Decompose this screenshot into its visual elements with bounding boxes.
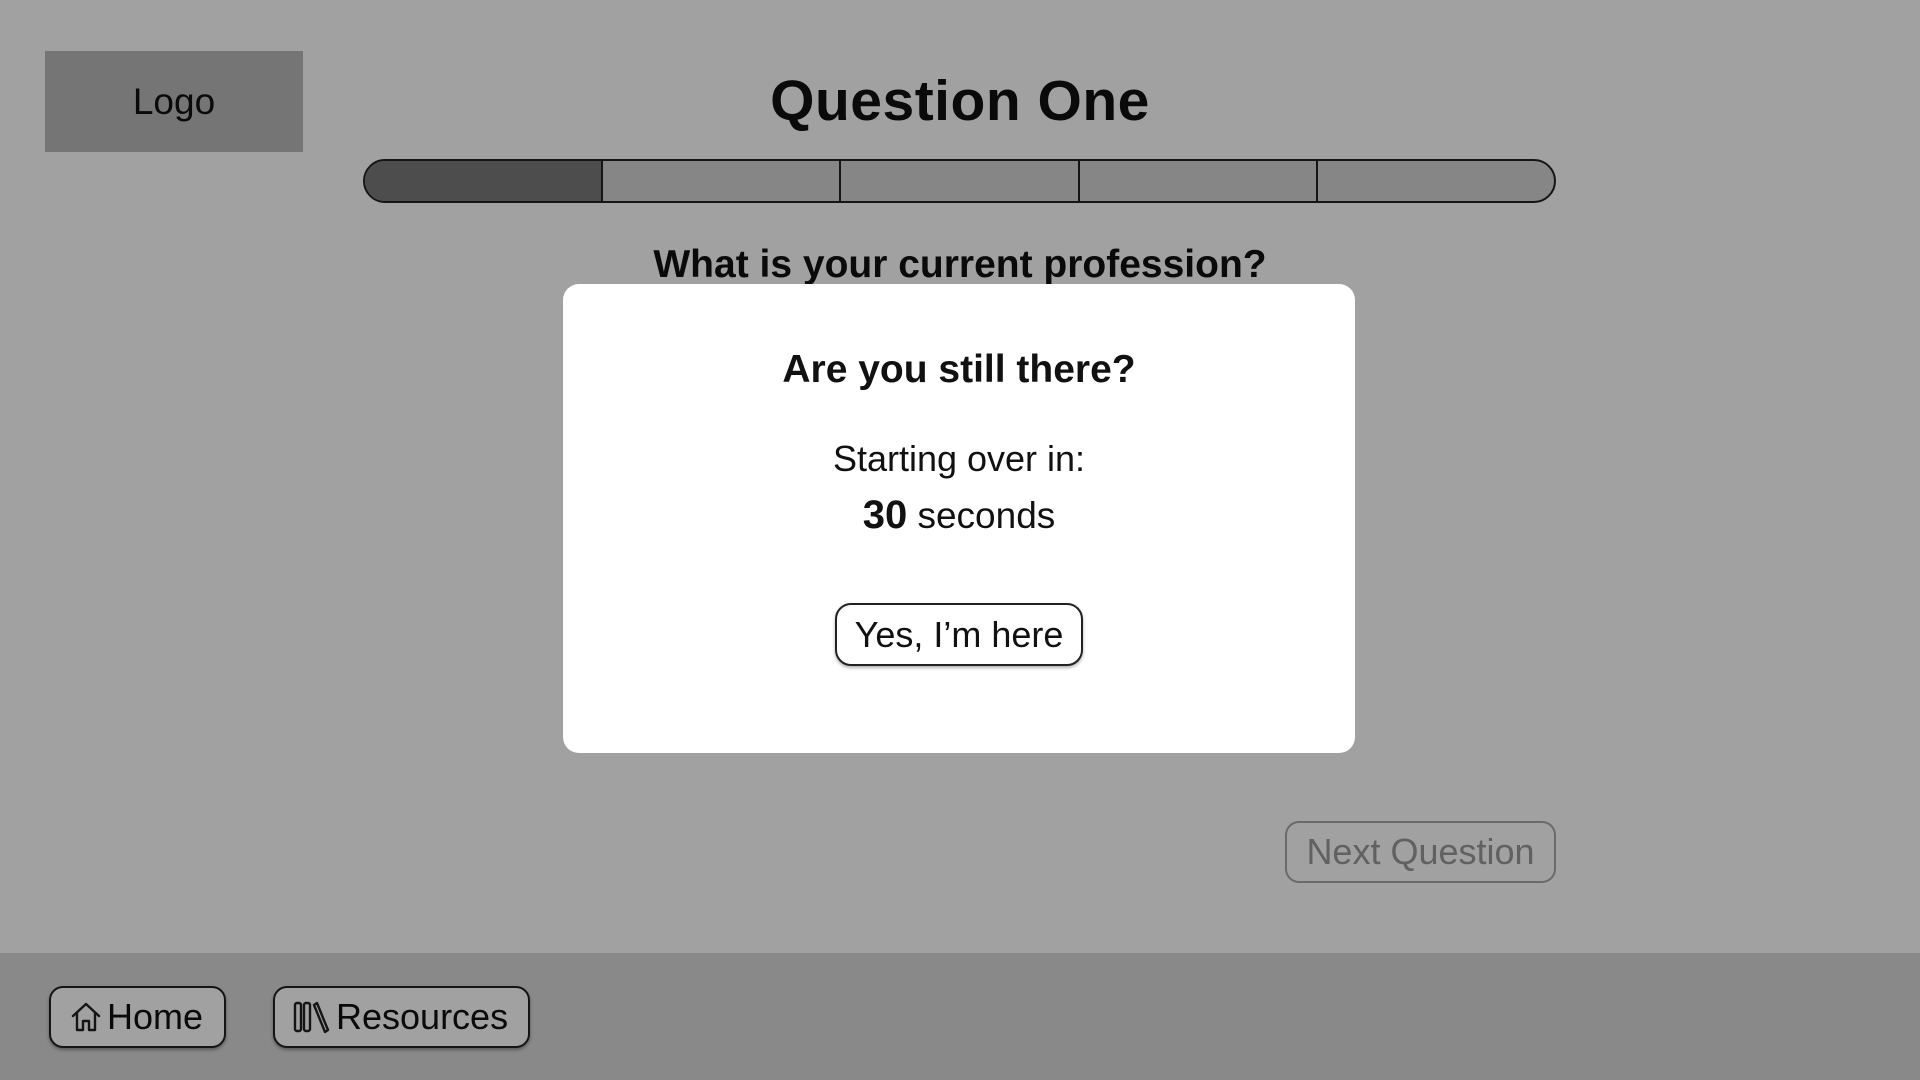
- inactivity-dialog: Are you still there? Starting over in: 3…: [563, 284, 1355, 753]
- countdown-label: Starting over in:: [832, 438, 1086, 479]
- countdown-unit: seconds: [917, 495, 1056, 536]
- kiosk-page: Logo Question One What is your current p…: [0, 0, 1920, 1080]
- countdown-value: 30: [862, 493, 908, 537]
- confirm-presence-button[interactable]: Yes, I’m here: [835, 603, 1083, 666]
- countdown-display: 30 seconds: [563, 493, 1355, 538]
- dialog-title: Are you still there?: [782, 348, 1136, 391]
